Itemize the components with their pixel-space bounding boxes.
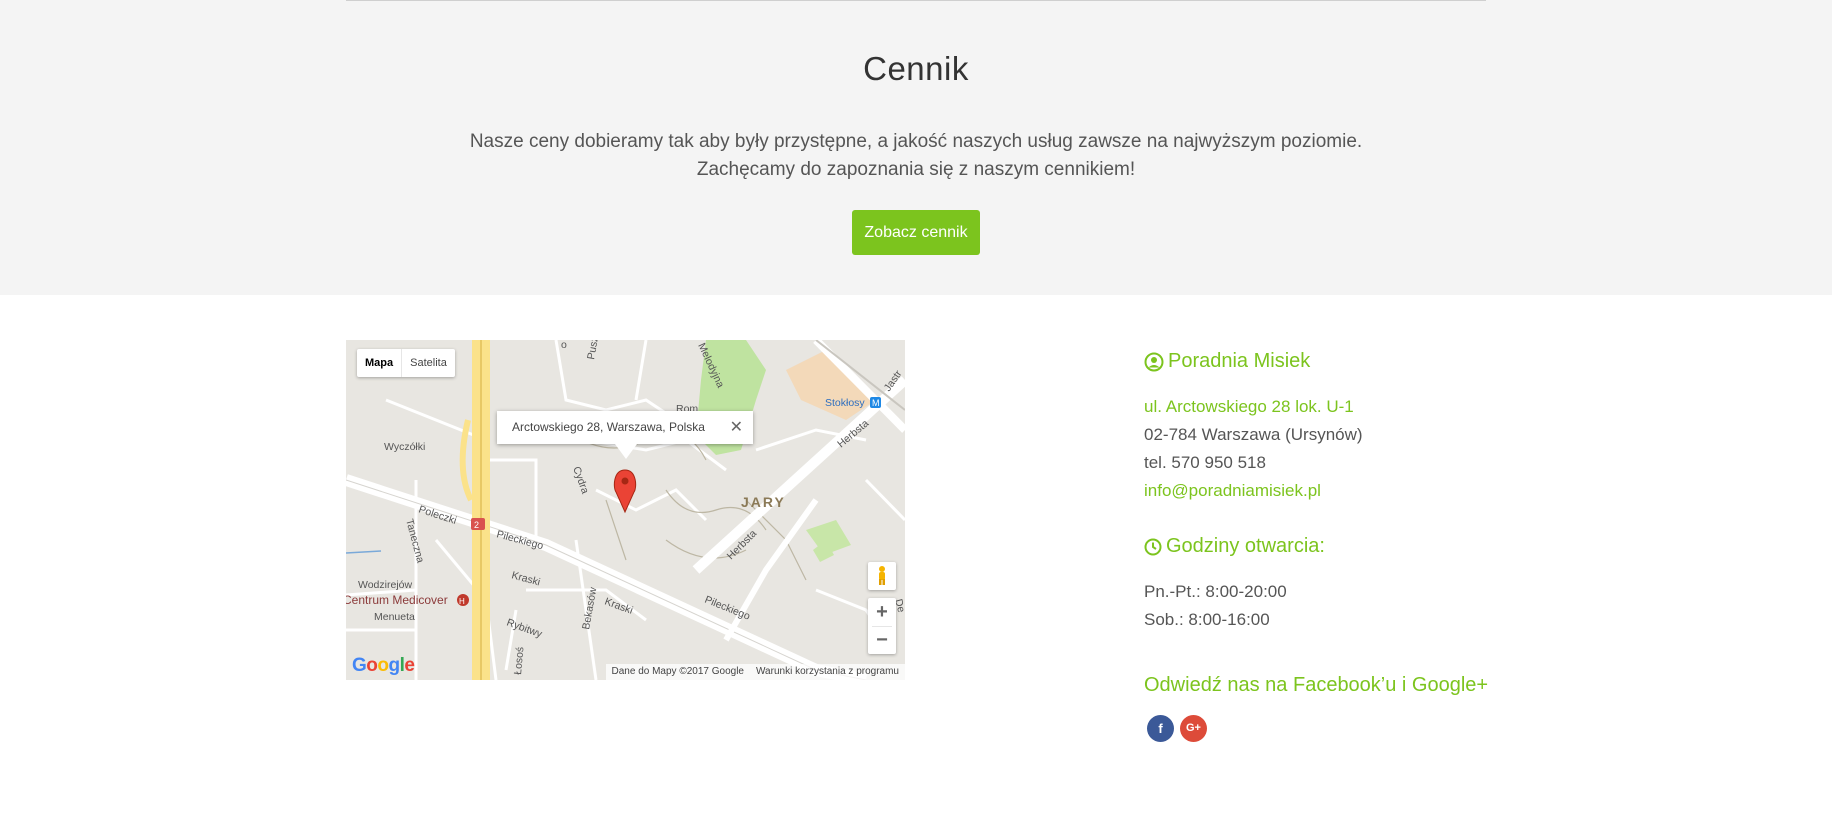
- pricing-title: Cennik: [863, 50, 969, 87]
- street-label: Wodzirejów: [358, 579, 412, 591]
- close-icon[interactable]: ✕: [730, 411, 743, 444]
- address-line[interactable]: ul. Arctowskiego 28 lok. U-1: [1144, 393, 1504, 421]
- map-info-window: Arctowskiego 28, Warszawa, Polska ✕: [497, 411, 753, 459]
- hours-weekdays: Pn.-Pt.: 8:00-20:00: [1144, 582, 1287, 601]
- pricing-intro: Nasze ceny dobieramy tak aby były przyst…: [0, 128, 1832, 184]
- map-type-control[interactable]: Mapa Satelita: [357, 349, 455, 377]
- facebook-icon[interactable]: f: [1147, 715, 1174, 742]
- user-circle-icon: [1144, 352, 1164, 371]
- route-badge: 2: [474, 520, 479, 530]
- map-type-map-button[interactable]: Mapa: [357, 349, 403, 377]
- hours-title: Godziny otwarcia:: [1166, 535, 1325, 557]
- social-heading: Odwiedź nas na Facebook’u i Google+: [1144, 674, 1489, 696]
- divider: [346, 0, 1486, 1]
- info-window-tail: [615, 444, 637, 459]
- pegman-icon[interactable]: [868, 562, 896, 590]
- clinic-name: Poradnia Misiek: [1168, 350, 1311, 372]
- pricing-section: Cennik Nasze ceny dobieramy tak aby były…: [0, 0, 1832, 295]
- divider: [872, 626, 892, 627]
- stoklosy-label: Stokłosy: [825, 397, 865, 409]
- zoom-control[interactable]: + −: [868, 598, 896, 654]
- street-label: Menueta: [374, 611, 415, 623]
- metro-label: M: [872, 398, 880, 408]
- zoom-in-button[interactable]: +: [868, 598, 896, 626]
- jary-label: JARY: [741, 494, 786, 510]
- social-links: f G+: [1147, 715, 1504, 742]
- map-attribution: Dane do Mapy ©2017 Google Warunki korzys…: [605, 664, 905, 680]
- clock-icon: [1144, 538, 1162, 555]
- see-pricing-button[interactable]: Zobacz cennik: [852, 210, 980, 255]
- medicover-label: Centrum Medicover: [346, 593, 448, 607]
- map-canvas[interactable]: JARY Stokłosy M Herbsta Herbsta Pileckie…: [346, 340, 905, 680]
- street-label: o: [561, 340, 567, 351]
- map-type-satellite-button[interactable]: Satelita: [402, 349, 455, 377]
- street-label: Łosoś: [512, 646, 526, 675]
- terms-link[interactable]: Warunki korzystania z programu: [750, 664, 905, 680]
- google-plus-icon[interactable]: G+: [1180, 715, 1207, 742]
- attribution-text: Dane do Mapy ©2017 Google: [611, 666, 744, 677]
- clinic-name-heading: Poradnia Misiek: [1144, 350, 1504, 373]
- zoom-out-button[interactable]: −: [868, 626, 896, 654]
- contact-panel: Poradnia Misiek ul. Arctowskiego 28 lok.…: [1144, 350, 1504, 742]
- pricing-intro-line: Zachęcamy do zapoznania się z naszym cen…: [696, 159, 1136, 180]
- hours-saturday: Sob.: 8:00-16:00: [1144, 610, 1270, 629]
- hours-heading: Godziny otwarcia:: [1144, 535, 1504, 558]
- info-address: Arctowskiego 28, Warszawa, Polska: [512, 420, 705, 434]
- phone: tel. 570 950 518: [1144, 453, 1266, 472]
- street-label: Wyczółki: [384, 441, 425, 453]
- medicover-badge: H: [459, 597, 465, 606]
- address-line: 02-784 Warszawa (Ursynów): [1144, 425, 1363, 444]
- google-map[interactable]: JARY Stokłosy M Herbsta Herbsta Pileckie…: [346, 340, 905, 680]
- email-link[interactable]: info@poradniamisiek.pl: [1144, 477, 1504, 505]
- google-logo[interactable]: Google: [352, 655, 415, 677]
- pricing-intro-line: Nasze ceny dobieramy tak aby były przyst…: [469, 131, 1363, 152]
